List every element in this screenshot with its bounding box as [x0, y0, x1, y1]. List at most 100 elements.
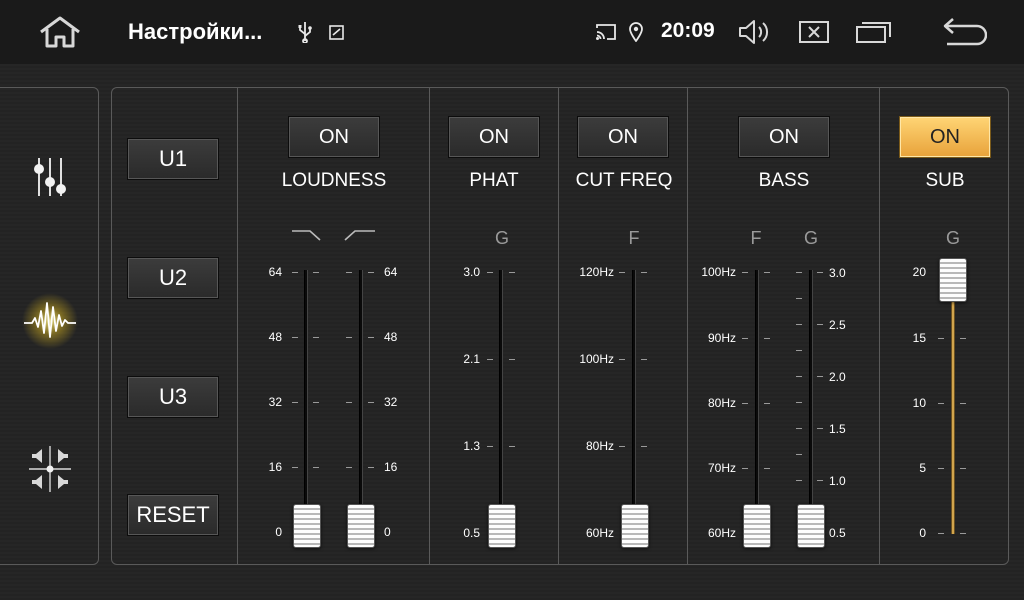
phat-gain-letter: G [494, 228, 509, 248]
preset-u1-button[interactable]: U1 [127, 138, 219, 180]
scale-label: 0.5 [829, 526, 846, 540]
tick [796, 324, 802, 325]
scale-label: 70Hz [707, 461, 736, 475]
tick [764, 338, 770, 339]
back-icon[interactable] [940, 0, 988, 64]
scale-label: 80Hz [585, 439, 614, 453]
tick [796, 402, 802, 403]
loudness-high-slider-knob[interactable] [347, 504, 375, 548]
tick [368, 272, 374, 273]
scale-label: 80Hz [707, 396, 736, 410]
bass-freq-slider-knob[interactable] [743, 504, 771, 548]
tick [346, 337, 352, 338]
tick [817, 272, 823, 273]
sub-toggle-button[interactable]: ON [899, 116, 991, 158]
tick [292, 337, 298, 338]
screenshot-icon [326, 0, 348, 64]
tick [619, 272, 625, 273]
tick [487, 446, 493, 447]
scale-label: 60Hz [707, 526, 736, 540]
phat-slider-track[interactable] [499, 270, 503, 532]
scale-label: 32 [384, 395, 398, 409]
sub-slider-fill[interactable] [951, 300, 955, 534]
tick [817, 376, 823, 377]
scale-label: 0 [275, 525, 282, 539]
sub-slider-knob[interactable] [939, 258, 967, 302]
speaker-balance-icon [28, 446, 71, 492]
tick [346, 272, 352, 273]
volume-icon[interactable] [736, 0, 772, 64]
equalizer-panel [111, 87, 1009, 565]
cutfreq-label: CUT FREQ [575, 170, 673, 191]
usb-icon [294, 0, 316, 64]
preset-u2-button[interactable]: U2 [127, 257, 219, 299]
bass-freq-letter: F [750, 228, 762, 248]
bass-gain-slider-knob[interactable] [797, 504, 825, 548]
tick [960, 403, 966, 404]
tick [619, 359, 625, 360]
divider [879, 88, 880, 564]
scale-label: 90Hz [707, 331, 736, 345]
loudness-toggle-button[interactable]: ON [288, 116, 380, 158]
loudness-label: LOUDNESS [281, 170, 387, 191]
sidebar-item-balance[interactable] [0, 434, 99, 504]
scale-label: 1.0 [829, 474, 846, 488]
tick [487, 359, 493, 360]
scale-label: 2.0 [829, 370, 846, 384]
sidebar-item-effects[interactable] [0, 286, 99, 356]
tick [764, 403, 770, 404]
tick [796, 350, 802, 351]
scale-label: 16 [384, 460, 398, 474]
tick [346, 467, 352, 468]
scale-label: 100Hz [701, 265, 736, 279]
tick [742, 272, 748, 273]
scale-label: 1.5 [829, 422, 846, 436]
tick [368, 337, 374, 338]
bass-label: BASS [758, 170, 810, 191]
tick [817, 480, 823, 481]
tick [641, 272, 647, 273]
tick [487, 272, 493, 273]
tick [292, 467, 298, 468]
tick [346, 402, 352, 403]
recent-apps-icon[interactable] [854, 0, 894, 64]
loudness-low-slider-knob[interactable] [293, 504, 321, 548]
scale-label: 0 [919, 526, 926, 540]
bass-gain-slider-track[interactable] [809, 270, 813, 532]
tick [509, 272, 515, 273]
phat-toggle-button[interactable]: ON [448, 116, 540, 158]
tick [796, 298, 802, 299]
scale-label: 64 [384, 265, 398, 279]
bass-toggle-button[interactable]: ON [738, 116, 830, 158]
tick [817, 428, 823, 429]
tick [938, 338, 944, 339]
bass-freq-slider-track[interactable] [755, 270, 759, 532]
tick [742, 403, 748, 404]
sidebar-item-equalizer[interactable] [0, 143, 99, 213]
cutfreq-toggle-button[interactable]: ON [577, 116, 669, 158]
phat-slider-knob[interactable] [488, 504, 516, 548]
reset-button[interactable]: RESET [127, 494, 219, 536]
loudness-high-slider-track[interactable] [359, 270, 363, 532]
tick [641, 446, 647, 447]
tick [742, 468, 748, 469]
low-shelf-icon [292, 230, 321, 241]
scale-label: 100Hz [579, 352, 614, 366]
high-shelf-icon [344, 230, 375, 241]
cutfreq-slider-track[interactable] [632, 270, 636, 532]
scale-label: 0 [384, 525, 391, 539]
loudness-low-slider-track[interactable] [304, 270, 308, 532]
equalizer-sliders-icon [33, 158, 66, 196]
scale-label: 1.3 [463, 439, 480, 453]
tick [938, 403, 944, 404]
tick [313, 272, 319, 273]
close-box-icon[interactable] [796, 0, 832, 64]
scale-label: 48 [384, 330, 398, 344]
scale-label: 5 [919, 461, 926, 475]
sub-gain-letter: G [945, 228, 960, 248]
tick [960, 338, 966, 339]
preset-u3-button[interactable]: U3 [127, 376, 219, 418]
home-icon[interactable] [36, 0, 84, 64]
tick [796, 376, 802, 377]
cutfreq-slider-knob[interactable] [621, 504, 649, 548]
